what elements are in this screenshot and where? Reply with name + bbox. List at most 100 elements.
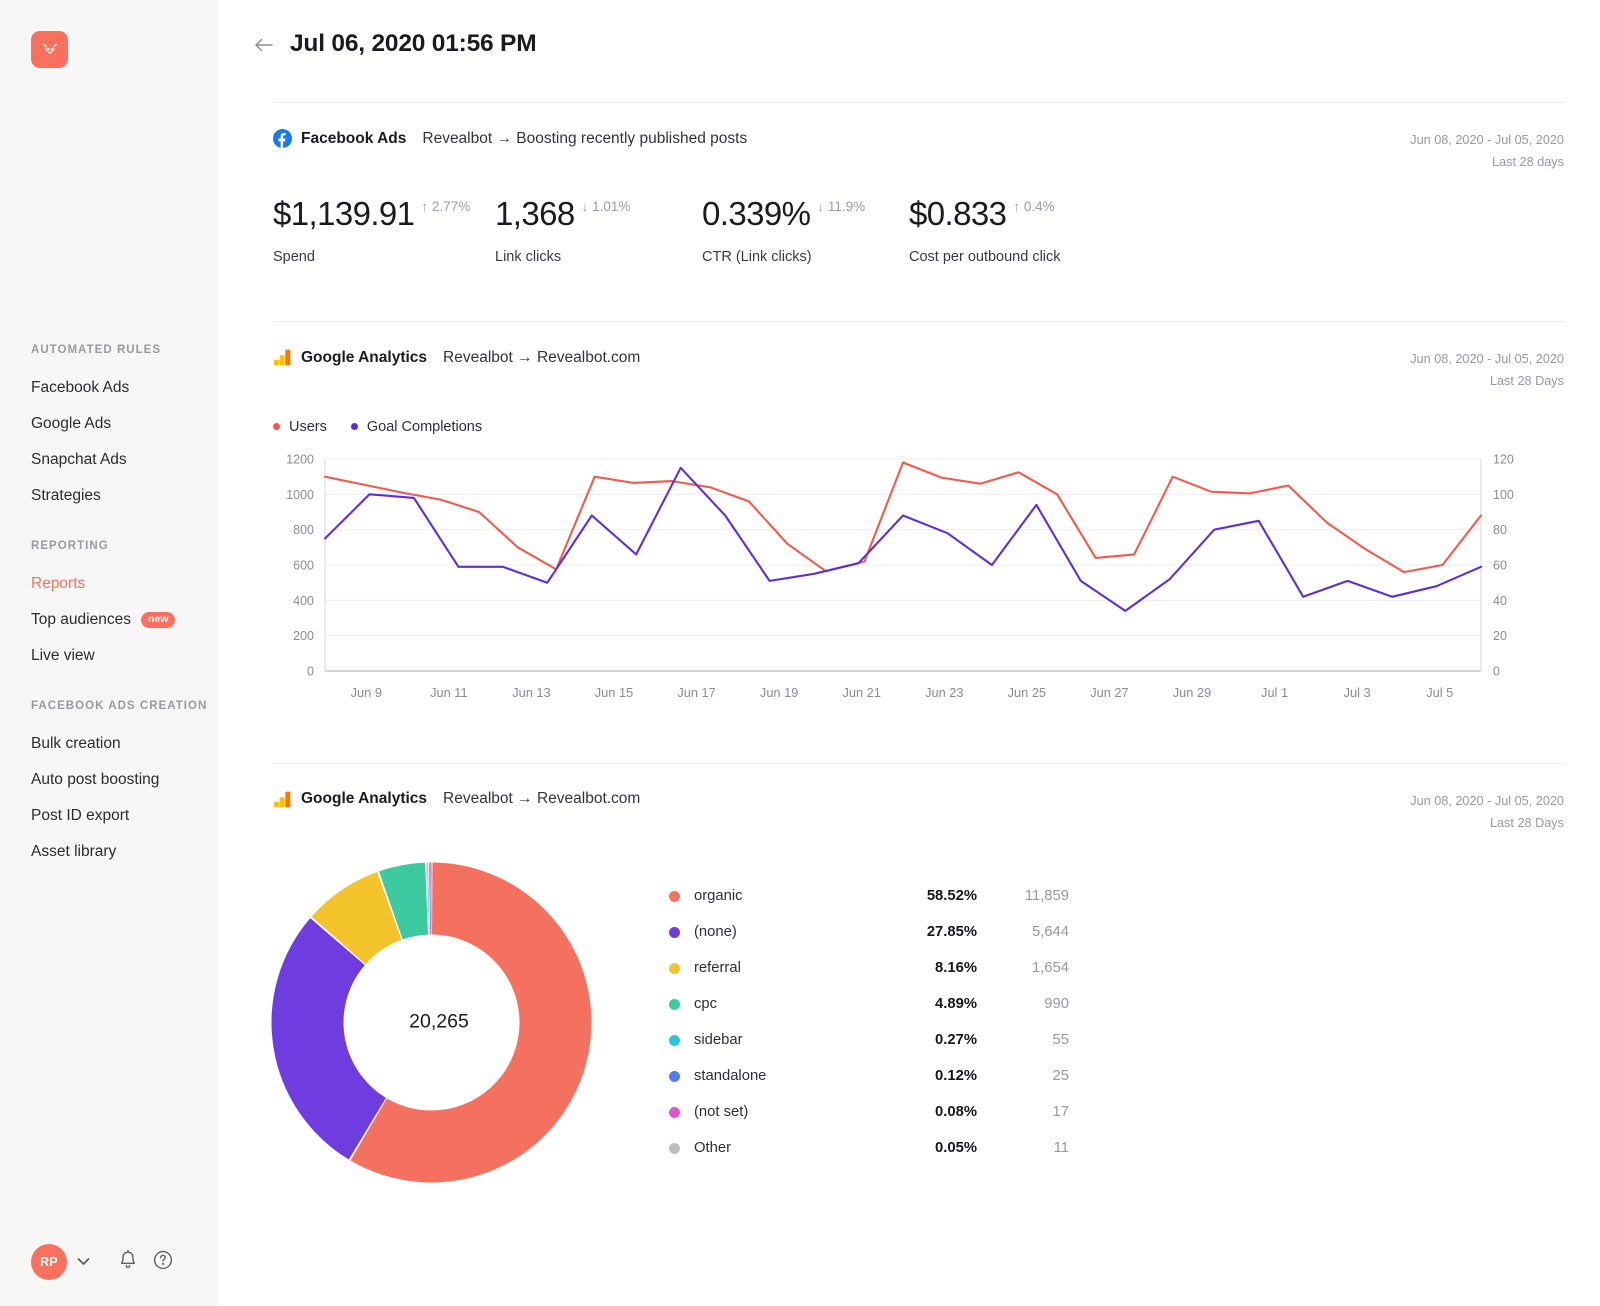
svg-text:120: 120 [1493,452,1514,466]
sidebar-item-label: Bulk creation [31,735,121,753]
analytics-donut-source-name: Google Analytics [301,790,427,808]
legend-count: 5,644 [977,924,1069,940]
analytics-donut-source-row: Google Analytics Revealbot → Revealbot.c… [273,764,1564,834]
analytics-donut-date-range: Jun 08, 2020 - Jul 05, 2020 [1410,790,1564,812]
legend-color-dot [273,423,280,430]
svg-text:Jun 11: Jun 11 [430,685,467,700]
donut-legend-row[interactable]: Other0.05%11 [669,1130,1069,1166]
app-root: AUTOMATED RULESFacebook AdsGoogle AdsSna… [0,0,1600,1306]
legend-channel-name: organic [694,888,881,904]
donut-legend-row[interactable]: (none)27.85%5,644 [669,914,1069,950]
sidebar-item-auto-post-boosting[interactable]: Auto post boosting [0,762,218,798]
donut-legend-row[interactable]: sidebar0.27%55 [669,1022,1069,1058]
sidebar-item-label: Strategies [31,487,101,505]
help-circle-icon[interactable] [152,1249,174,1276]
legend-color-dot [669,999,680,1010]
svg-text:Jun 29: Jun 29 [1173,685,1211,700]
main-content: Jul 06, 2020 01:56 PM Facebook Ads Revea… [218,0,1600,1306]
legend-count: 990 [977,996,1069,1012]
donut-legend-table: organic58.52%11,859(none)27.85%5,644refe… [669,878,1069,1166]
bell-icon[interactable] [118,1249,138,1276]
legend-channel-name: (none) [694,924,881,940]
google-analytics-icon [273,790,292,809]
avatar[interactable]: RP [31,1244,67,1280]
metric-card: $0.833↑ 0.4%Cost per outbound click [909,197,1169,265]
svg-text:20: 20 [1493,629,1507,643]
sidebar-item-top-audiences[interactable]: Top audiences new [0,602,218,638]
sidebar-item-label: Top audiences [31,611,131,629]
sidebar-item-asset-library[interactable]: Asset library [0,834,218,870]
analytics-line-report-card: Google Analytics Revealbot → Revealbot.c… [218,322,1600,762]
svg-text:Jun 19: Jun 19 [760,685,798,700]
back-arrow-icon[interactable] [254,35,274,56]
legend-channel-name: standalone [694,1068,881,1084]
legend-percent: 8.16% [881,960,977,976]
legend-channel-name: (not set) [694,1104,881,1120]
analytics-donut-report-card: Google Analytics Revealbot → Revealbot.c… [218,764,1600,1185]
google-analytics-icon [273,348,292,367]
sidebar-item-reports[interactable]: Reports [0,566,218,602]
legend-channel-name: sidebar [694,1032,881,1048]
topbar: Jul 06, 2020 01:56 PM [218,0,1600,58]
line-series-goal-completions [325,467,1481,610]
sidebar-item-bulk-creation[interactable]: Bulk creation [0,726,218,762]
facebook-date-range: Jun 08, 2020 - Jul 05, 2020 [1410,129,1564,151]
donut-legend-row[interactable]: standalone0.12%25 [669,1058,1069,1094]
sidebar-nav: AUTOMATED RULESFacebook AdsGoogle AdsSna… [0,344,218,896]
facebook-source-path: Revealbot → Boosting recently published … [422,130,747,148]
metric-label: Cost per outbound click [909,249,1169,265]
donut-legend-row[interactable]: (not set)0.08%17 [669,1094,1069,1130]
legend-item[interactable]: Users [273,419,327,435]
legend-label: Goal Completions [367,419,482,435]
svg-text:600: 600 [293,558,314,572]
sidebar-group: AUTOMATED RULESFacebook AdsGoogle AdsSna… [0,344,218,514]
sidebar-item-label: Live view [31,647,95,665]
metric-card: 1,368↓ 1.01%Link clicks [495,197,702,265]
donut-legend-row[interactable]: organic58.52%11,859 [669,878,1069,914]
svg-text:Jul 3: Jul 3 [1344,685,1371,700]
legend-percent: 58.52% [881,888,977,904]
svg-text:Jun 15: Jun 15 [595,685,633,700]
analytics-line-date-preset: Last 28 Days [1410,370,1564,392]
revealbot-logo-icon[interactable] [31,31,68,68]
svg-text:Jun 9: Jun 9 [351,685,382,700]
line-series-users [325,462,1481,572]
donut-legend-row[interactable]: referral8.16%1,654 [669,950,1069,986]
page-title: Jul 06, 2020 01:56 PM [290,30,536,58]
metric-label: Link clicks [495,249,702,265]
metric-card: 0.339%↓ 11.9%CTR (Link clicks) [702,197,909,265]
chevron-down-icon[interactable] [77,1255,90,1269]
legend-count: 1,654 [977,960,1069,976]
analytics-line-source-row: Google Analytics Revealbot → Revealbot.c… [273,322,1564,392]
sidebar-group: FACEBOOK ADS CREATION Bulk creation Auto p… [0,700,218,870]
metric-label: Spend [273,249,495,265]
legend-count: 11,859 [977,888,1069,904]
sidebar-item-snapchat-ads[interactable]: Snapchat Ads [0,442,218,478]
legend-percent: 0.27% [881,1032,977,1048]
sidebar-item-label: Snapchat Ads [31,451,127,469]
metric-value: $1,139.91 [273,197,414,232]
sidebar-item-label: Google Ads [31,415,111,433]
sidebar-group-heading: REPORTING [0,540,218,566]
legend-color-dot [669,1035,680,1046]
sidebar-item-google-ads[interactable]: Google Ads [0,406,218,442]
legend-percent: 0.05% [881,1140,977,1156]
svg-text:100: 100 [1493,487,1514,501]
sidebar-footer: RP [0,1244,218,1280]
donut-legend-row[interactable]: cpc4.89%990 [669,986,1069,1022]
svg-text:40: 40 [1493,593,1507,607]
svg-text:Jun 13: Jun 13 [512,685,550,700]
legend-item[interactable]: Goal Completions [351,419,482,435]
analytics-donut-date-preset: Last 28 Days [1410,812,1564,834]
sidebar-item-strategies[interactable]: Strategies [0,478,218,514]
sidebar-item-label: Asset library [31,843,116,861]
new-badge: new [141,612,175,628]
sidebar-item-live-view[interactable]: Live view [0,638,218,674]
sidebar-item-facebook-ads[interactable]: Facebook Ads [0,370,218,406]
metric-delta: ↑ 0.4% [1013,199,1054,214]
svg-text:0: 0 [307,664,314,678]
sidebar-item-post-id-export[interactable]: Post ID export [0,798,218,834]
legend-color-dot [669,1071,680,1082]
sidebar-group-heading: FACEBOOK ADS CREATION [0,700,218,726]
legend-color-dot [669,1143,680,1154]
